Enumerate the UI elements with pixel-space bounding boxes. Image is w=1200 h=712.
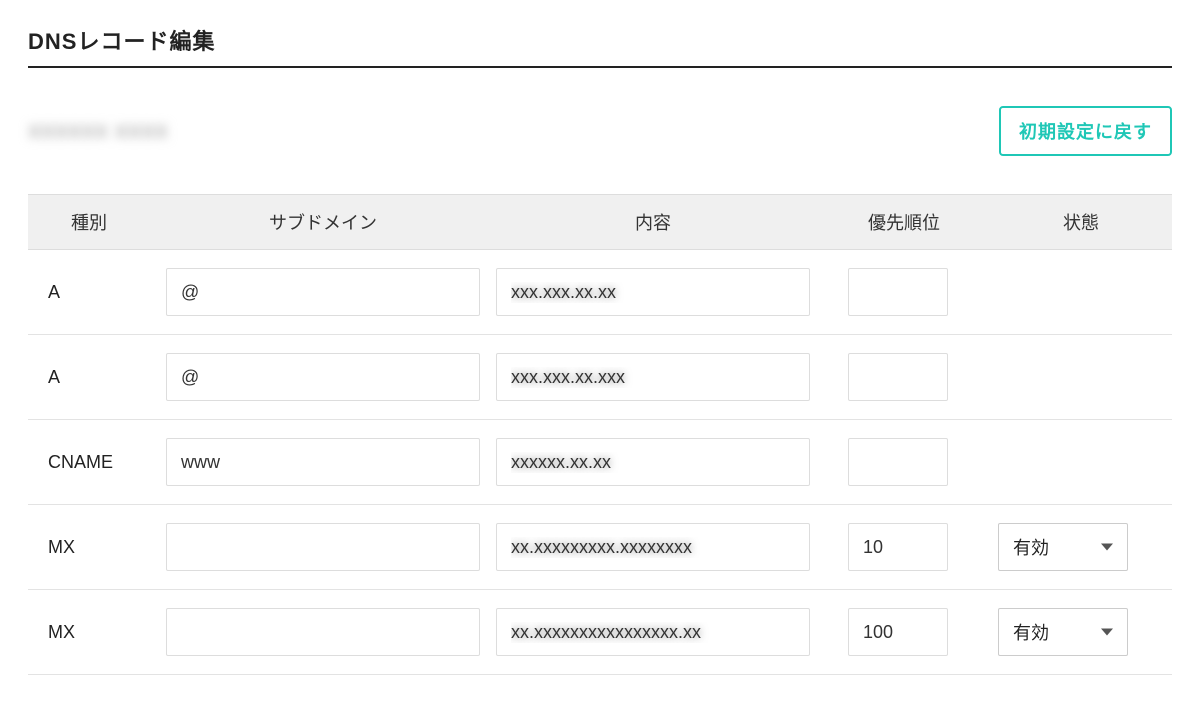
priority-input[interactable] bbox=[848, 608, 948, 656]
status-select[interactable]: 有効 bbox=[998, 608, 1128, 656]
subdomain-input[interactable] bbox=[166, 438, 480, 486]
chevron-down-icon bbox=[1101, 629, 1113, 636]
domain-header-bar: xxxxxx xxxx 初期設定に戻す bbox=[28, 106, 1172, 156]
priority-input[interactable] bbox=[848, 268, 948, 316]
record-type-label: A bbox=[28, 282, 158, 303]
table-row: A bbox=[28, 250, 1172, 335]
record-type-label: A bbox=[28, 367, 158, 388]
table-row: MX 有効 bbox=[28, 505, 1172, 590]
record-type-label: MX bbox=[28, 622, 158, 643]
domain-name-label: xxxxxx xxxx bbox=[28, 117, 168, 145]
subdomain-input[interactable] bbox=[166, 523, 480, 571]
header-priority: 優先順位 bbox=[818, 209, 968, 235]
subdomain-input[interactable] bbox=[166, 268, 480, 316]
priority-input[interactable] bbox=[848, 438, 948, 486]
reset-to-default-button[interactable]: 初期設定に戻す bbox=[999, 106, 1172, 156]
table-body: A A CNAME MX 有効 MX 有効 bbox=[28, 250, 1172, 675]
table-row: MX 有効 bbox=[28, 590, 1172, 675]
record-type-label: CNAME bbox=[28, 452, 158, 473]
content-input[interactable] bbox=[496, 438, 810, 486]
priority-input[interactable] bbox=[848, 353, 948, 401]
content-input[interactable] bbox=[496, 523, 810, 571]
header-status: 状態 bbox=[968, 209, 1172, 235]
header-type: 種別 bbox=[28, 209, 158, 235]
table-row: CNAME bbox=[28, 420, 1172, 505]
subdomain-input[interactable] bbox=[166, 353, 480, 401]
status-select-value: 有効 bbox=[1013, 619, 1049, 645]
content-input[interactable] bbox=[496, 608, 810, 656]
priority-input[interactable] bbox=[848, 523, 948, 571]
subdomain-input[interactable] bbox=[166, 608, 480, 656]
chevron-down-icon bbox=[1101, 544, 1113, 551]
header-subdomain: サブドメイン bbox=[158, 209, 488, 235]
content-input[interactable] bbox=[496, 268, 810, 316]
page-title: DNSレコード編集 bbox=[28, 24, 1172, 68]
status-select-value: 有効 bbox=[1013, 534, 1049, 560]
table-header-row: 種別 サブドメイン 内容 優先順位 状態 bbox=[28, 194, 1172, 250]
dns-records-table: 種別 サブドメイン 内容 優先順位 状態 A A CNAME MX 有効 MX 有効 bbox=[28, 194, 1172, 675]
table-row: A bbox=[28, 335, 1172, 420]
status-select[interactable]: 有効 bbox=[998, 523, 1128, 571]
content-input[interactable] bbox=[496, 353, 810, 401]
record-type-label: MX bbox=[28, 537, 158, 558]
header-content: 内容 bbox=[488, 209, 818, 235]
